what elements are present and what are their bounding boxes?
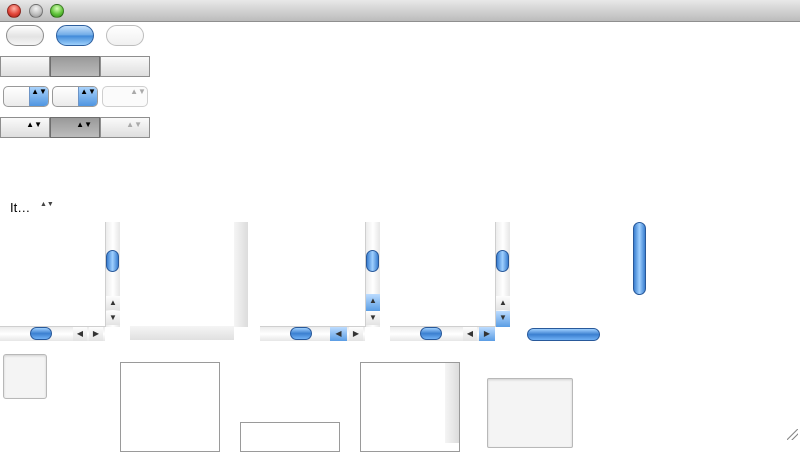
scroll-left-button[interactable]: ◀ — [73, 327, 87, 341]
box-view — [240, 422, 340, 452]
updown-arrows-icon: ▲▼ — [130, 87, 146, 96]
segment-button-1[interactable] — [0, 56, 50, 77]
scroll-left-button-pressed[interactable]: ◀ — [330, 327, 347, 341]
updown-arrows-icon: ▲▼ — [29, 87, 48, 106]
divider-shadow — [445, 363, 459, 443]
vertical-scroll-knob[interactable] — [496, 250, 509, 272]
horizontal-scroll-knob[interactable] — [30, 327, 52, 340]
pulldown-button-1[interactable]: ▲▼ — [0, 117, 50, 138]
pulldown-button-2-selected[interactable]: ▲▼ — [50, 117, 100, 138]
popup-button-2[interactable]: ▲▼ — [52, 86, 98, 107]
scroll-right-button[interactable]: ▶ — [89, 327, 103, 341]
segment-button-3[interactable] — [100, 56, 150, 77]
updown-arrows-icon[interactable]: ▲▼ — [40, 201, 54, 208]
scroll-up-button[interactable]: ▲ — [106, 296, 120, 310]
updown-arrows-icon: ▲▼ — [78, 87, 97, 106]
vertical-scroll-knob[interactable] — [366, 250, 379, 272]
scroll-right-button-pressed[interactable]: ▶ — [479, 327, 495, 341]
vertical-scroll-knob[interactable] — [106, 250, 119, 272]
divider-shadow — [130, 326, 234, 340]
popup-button-disabled: ▲▼ — [102, 86, 148, 107]
scroll-down-button-pressed[interactable]: ▼ — [496, 311, 510, 327]
scroll-down-button[interactable]: ▼ — [366, 311, 380, 325]
horizontal-scroll-knob[interactable] — [290, 327, 312, 340]
popup-button-1[interactable]: ▲▼ — [3, 86, 49, 107]
divider-shadow — [234, 222, 248, 327]
round-button[interactable] — [6, 25, 44, 46]
scroll-left-button[interactable]: ◀ — [463, 327, 477, 341]
pulldown-button-disabled: ▲▼ — [100, 117, 150, 138]
horizontal-scroller[interactable] — [527, 328, 600, 341]
scroll-up-button-pressed[interactable]: ▲ — [366, 294, 380, 311]
segment-button-2-selected[interactable] — [50, 56, 100, 77]
title-bar — [0, 0, 800, 22]
horizontal-scroll-knob[interactable] — [420, 327, 442, 340]
vertical-scroller[interactable] — [633, 222, 646, 295]
scroll-up-button[interactable]: ▲ — [496, 296, 510, 310]
zoom-icon[interactable] — [50, 4, 64, 18]
resize-grip-icon[interactable] — [787, 429, 798, 440]
scroll-down-button[interactable]: ▼ — [106, 311, 120, 325]
box-view — [120, 362, 220, 452]
text-field-box[interactable] — [487, 378, 573, 448]
close-icon[interactable] — [7, 4, 21, 18]
round-button-default[interactable] — [56, 25, 94, 46]
small-popup-label[interactable]: It… — [10, 200, 30, 216]
image-well[interactable] — [3, 354, 47, 399]
scroll-right-button[interactable]: ▶ — [349, 327, 363, 341]
minimize-icon[interactable] — [29, 4, 43, 18]
round-button-disabled — [106, 25, 144, 46]
